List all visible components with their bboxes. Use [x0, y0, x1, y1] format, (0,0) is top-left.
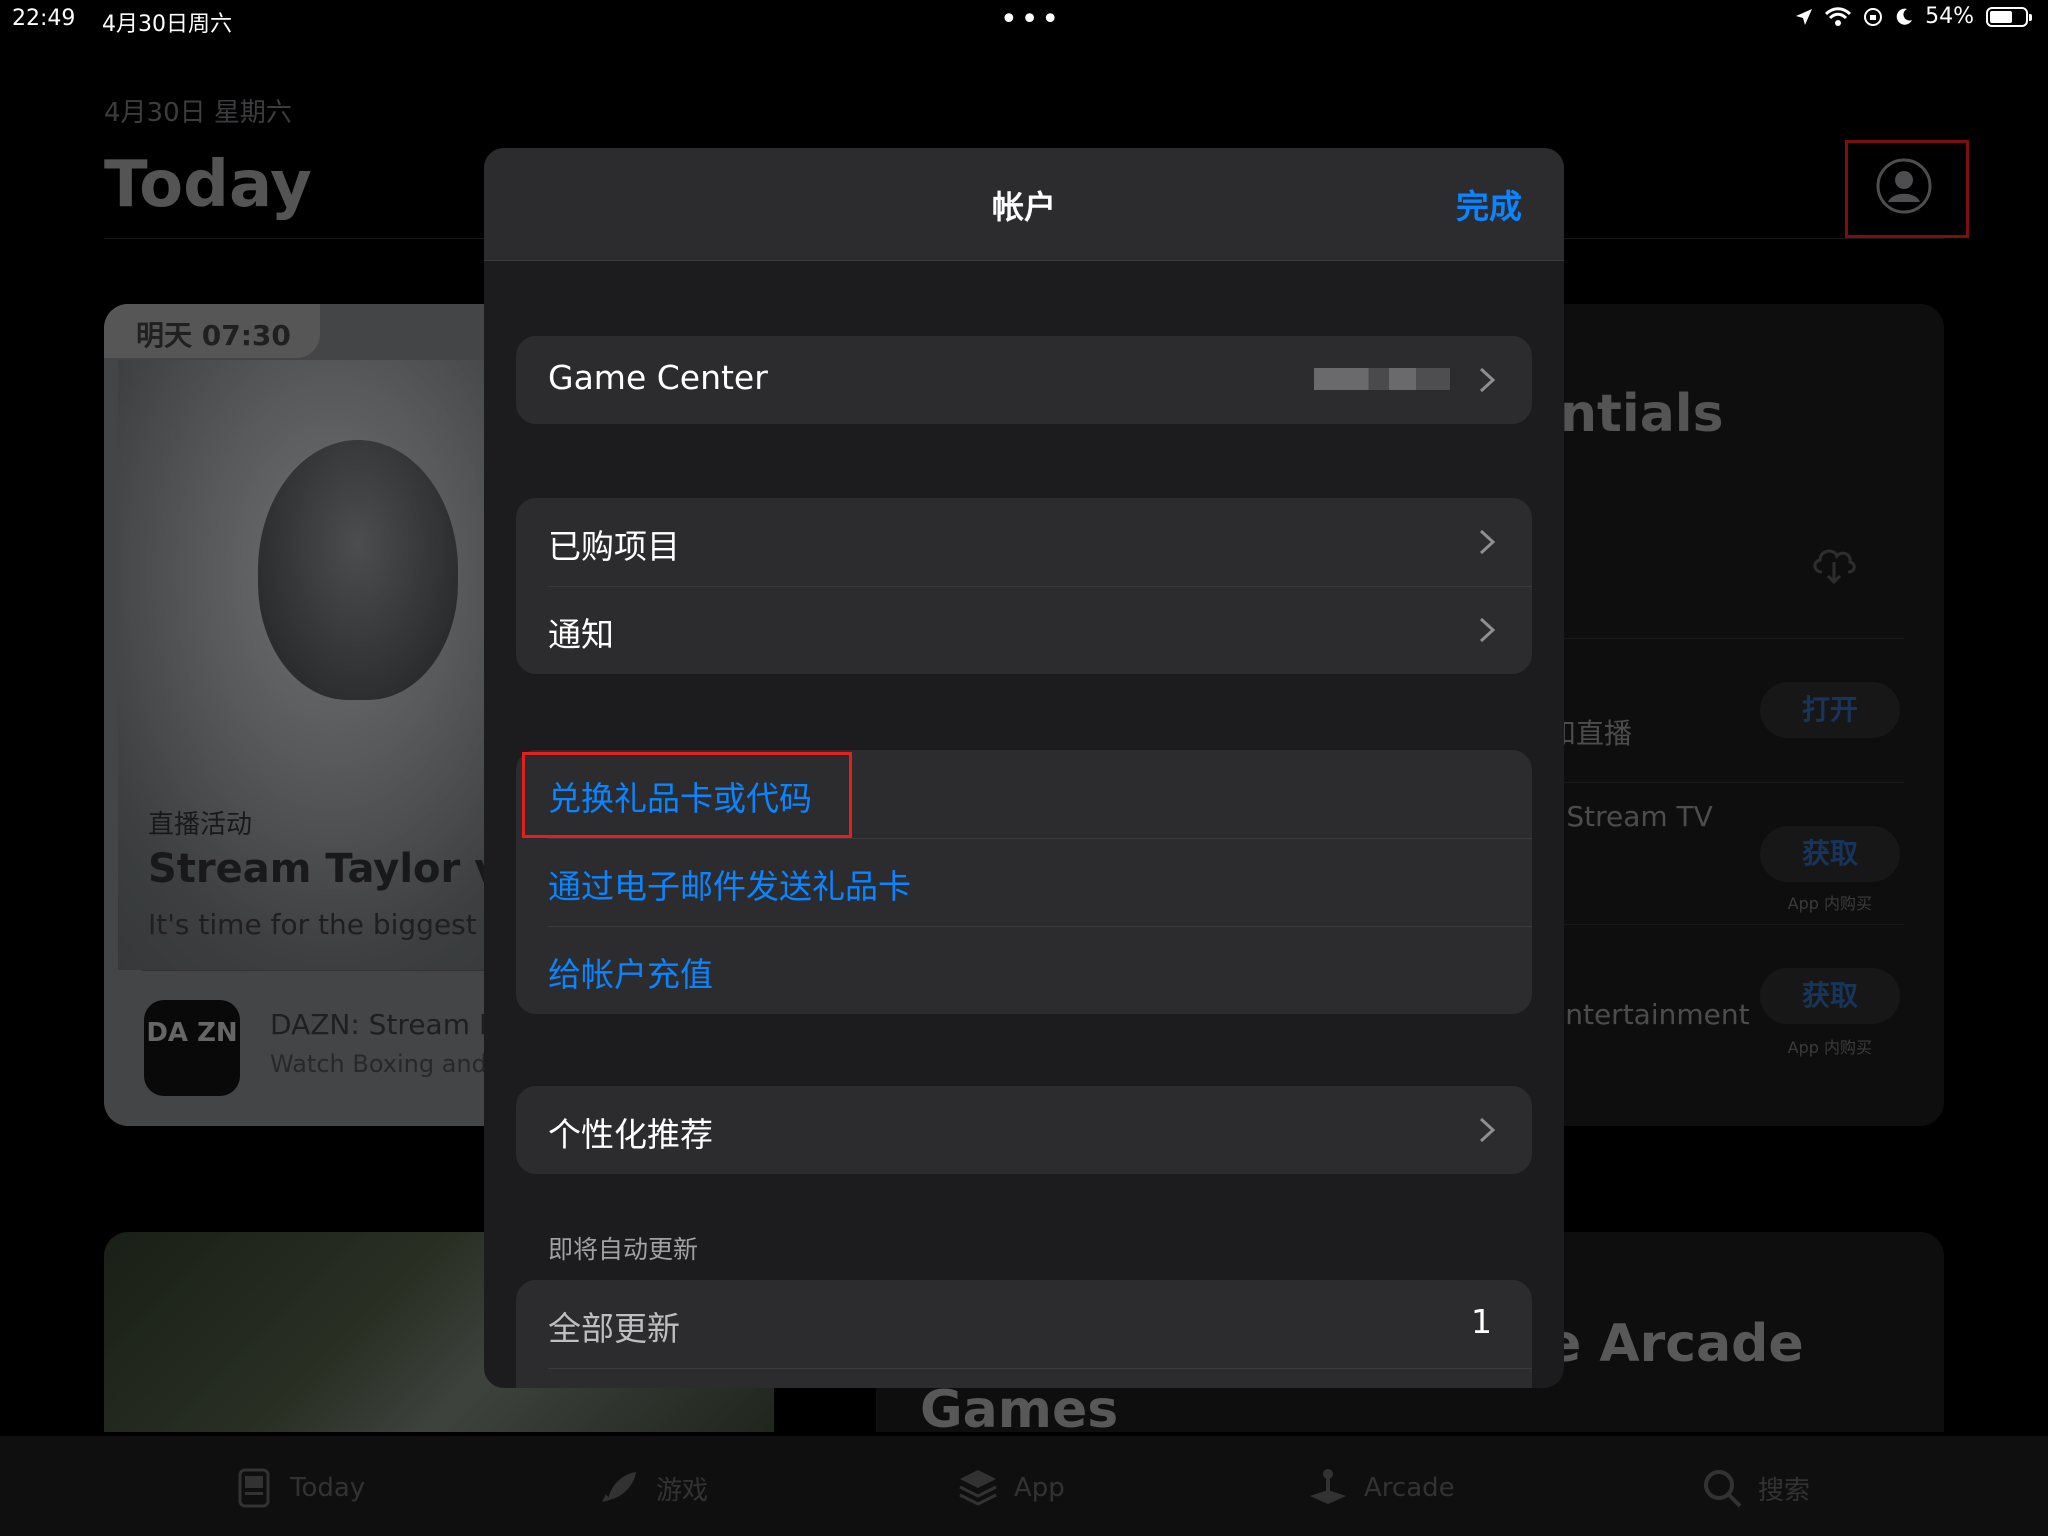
sheet-title: 帐户	[991, 188, 1056, 226]
updates-group: 全部更新 1	[516, 1280, 1532, 1388]
battery-icon	[1986, 6, 2032, 27]
chevron-right-icon	[1479, 367, 1496, 393]
purchased-row[interactable]: 已购项目	[516, 498, 1532, 586]
send-gift-card-row[interactable]: 通过电子邮件发送礼品卡	[516, 838, 1532, 926]
redacted-account-name	[1314, 368, 1450, 390]
row-label: 通知	[548, 615, 614, 654]
game-center-row[interactable]: Game Center	[516, 336, 1532, 424]
chevron-right-icon	[1479, 1117, 1496, 1143]
location-arrow-icon	[1796, 8, 1813, 25]
add-funds-row[interactable]: 给帐户充值	[516, 926, 1532, 1014]
orientation-lock-icon	[1864, 7, 1883, 26]
battery-percent: 54%	[1925, 4, 1974, 29]
update-all-label: 全部更新	[548, 1309, 680, 1348]
done-button[interactable]: 完成	[1456, 180, 1522, 228]
notifications-row[interactable]: 通知	[516, 586, 1532, 674]
update-item-row[interactable]	[516, 1368, 1532, 1388]
update-count: 1	[1471, 1302, 1492, 1341]
add-funds-link[interactable]: 给帐户充值	[548, 948, 713, 996]
status-date: 4月30日周六	[102, 12, 232, 37]
sheet-header: 帐户 完成	[484, 148, 1564, 261]
account-sheet: 帐户 完成 Game Center 已购项目 通知 兑换礼品卡或代码 通过电子邮…	[484, 148, 1564, 1388]
row-label: Game Center	[548, 358, 768, 397]
personalized-recommendations-row[interactable]: 个性化推荐	[516, 1086, 1532, 1174]
update-all-row[interactable]: 全部更新 1	[516, 1280, 1532, 1368]
personalization-group: 个性化推荐	[516, 1086, 1532, 1174]
multitasking-dots-icon[interactable]: •••	[1000, 2, 1062, 37]
status-icons: 54%	[1795, 4, 2032, 29]
row-label: 已购项目	[548, 527, 680, 566]
clock: 22:49	[12, 6, 76, 31]
send-gift-card-link[interactable]: 通过电子邮件发送礼品卡	[548, 860, 911, 908]
status-bar: 22:49 4月30日周六 ••• 54%	[0, 0, 2048, 40]
row-label: 个性化推荐	[548, 1115, 713, 1154]
redeem-highlight-box	[522, 752, 852, 838]
upcoming-updates-caption: 即将自动更新	[548, 1235, 699, 1264]
chevron-right-icon	[1479, 617, 1496, 643]
chevron-right-icon	[1479, 529, 1496, 555]
wifi-icon	[1825, 6, 1852, 26]
purchases-group: 已购项目 通知	[516, 498, 1532, 674]
game-center-group: Game Center	[516, 336, 1532, 424]
moon-icon	[1896, 8, 1913, 25]
